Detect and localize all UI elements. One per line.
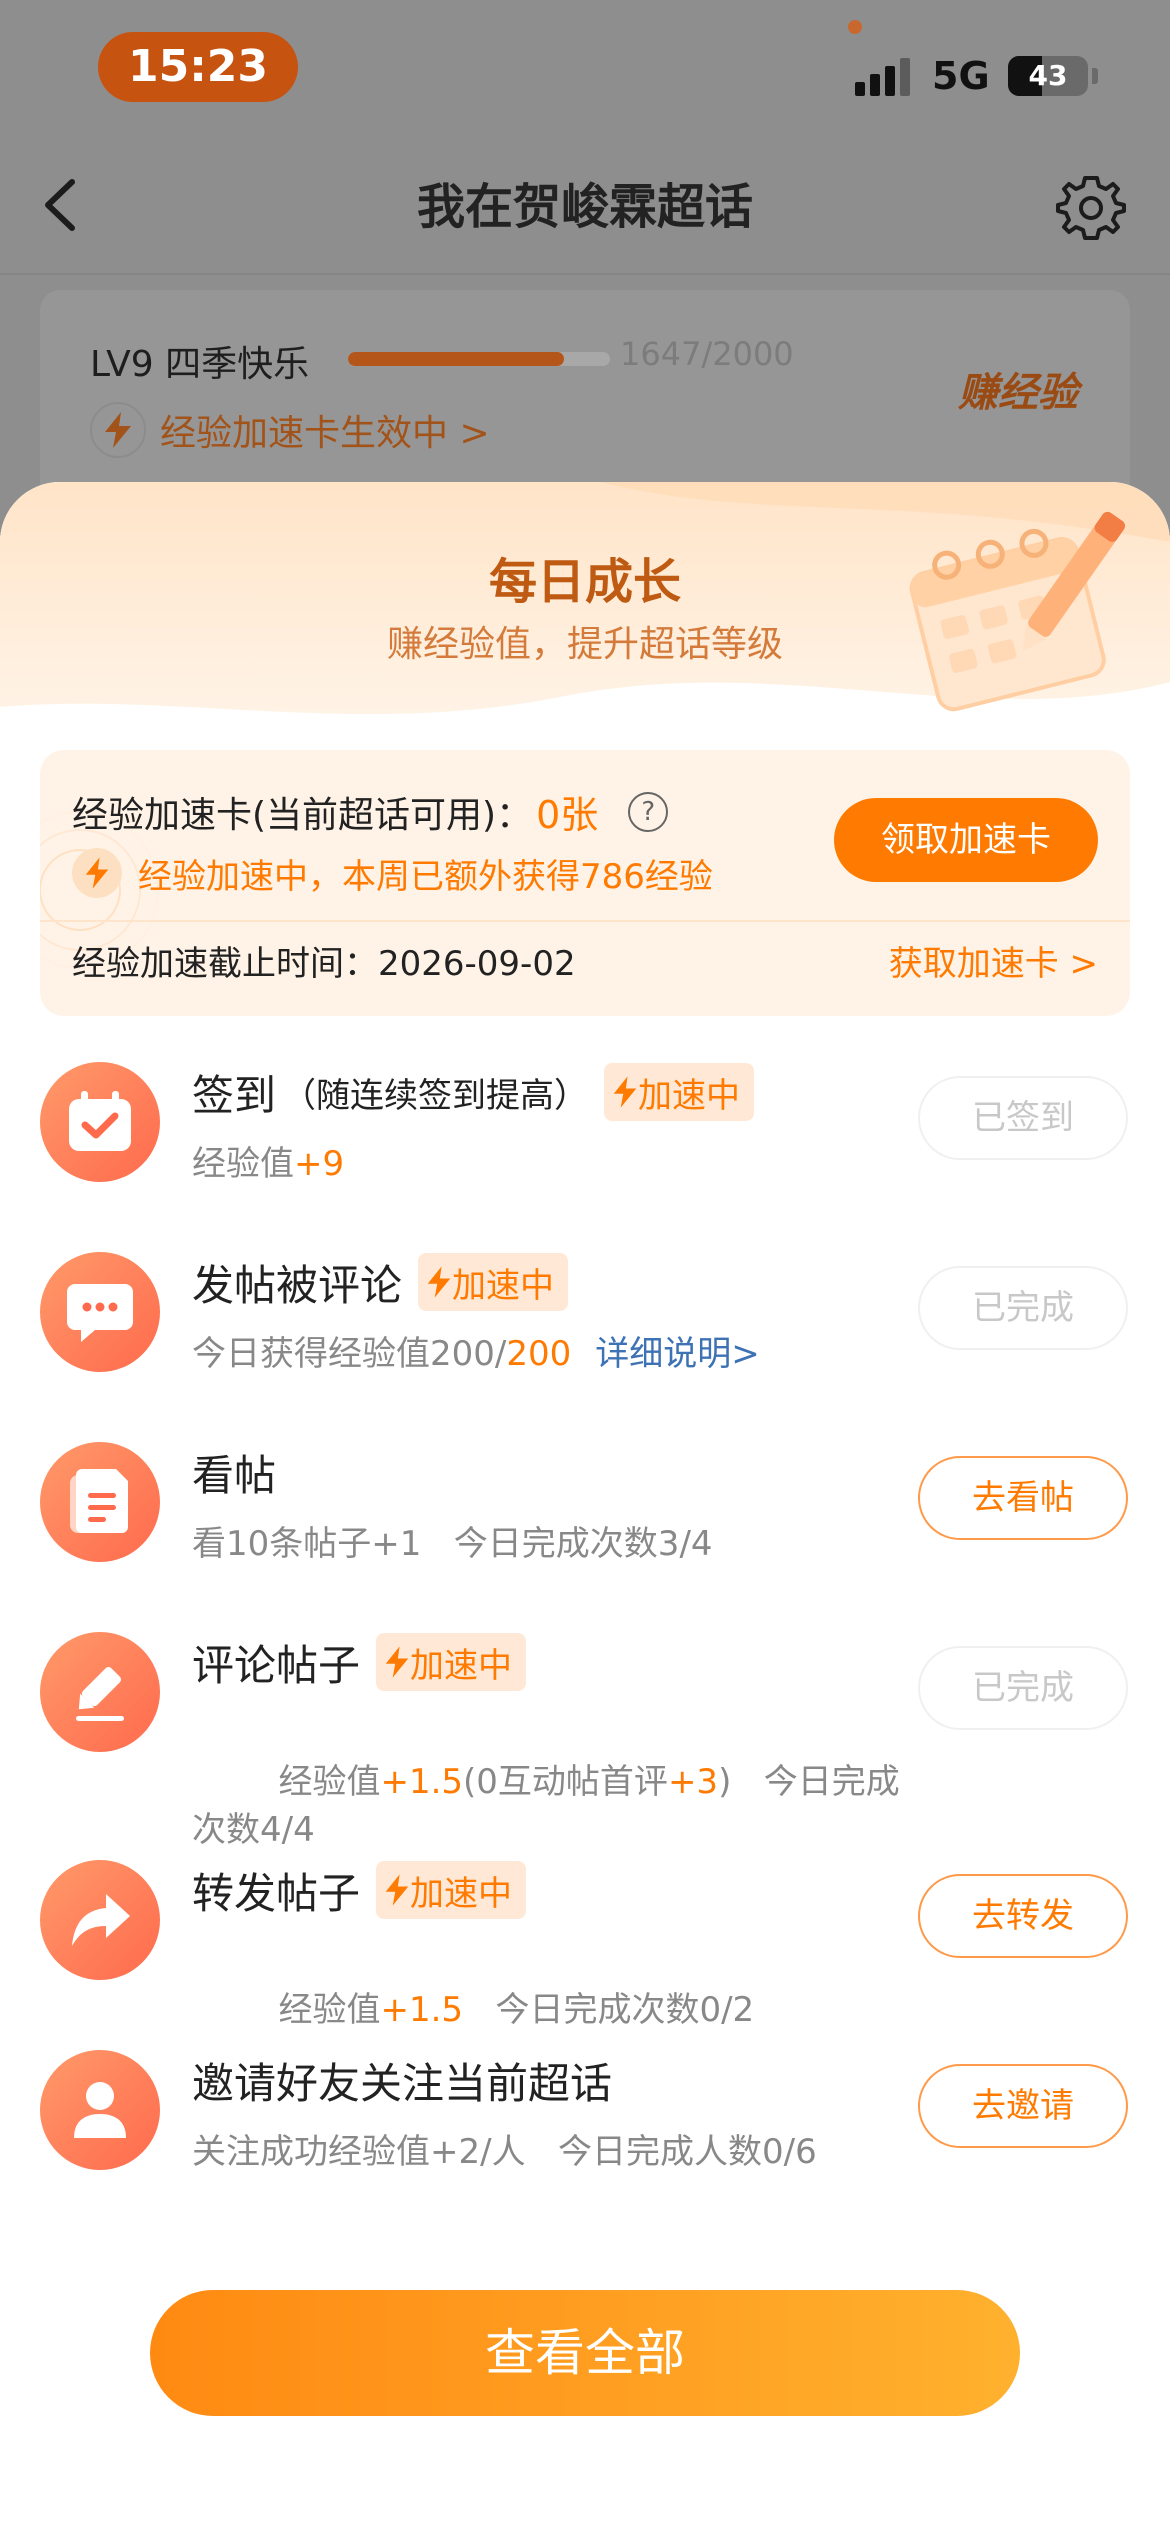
task-desc-text: 今日完成次数0/2 xyxy=(463,1990,755,2030)
get-boost-card-link[interactable]: 获取加速卡 > xyxy=(889,936,1098,985)
task-name: 评论帖子 加速中 xyxy=(192,1632,527,1692)
boost-status-link[interactable]: 经验加速卡生效中 > xyxy=(90,400,490,460)
level-progress-text: 1647/2000 xyxy=(620,335,794,373)
boost-card-count: 0张 xyxy=(536,793,599,837)
task-title: 看帖 xyxy=(192,1450,277,1500)
bolt-icon xyxy=(90,402,146,458)
bolt-icon xyxy=(427,1266,451,1298)
user-icon xyxy=(40,2050,160,2170)
boost-status-text: 经验加速卡生效中 > xyxy=(160,413,490,454)
page-title: 我在贺峻霖超话 xyxy=(416,179,753,235)
task-action-button[interactable]: 去转发 xyxy=(918,1874,1128,1958)
calendar-check-icon xyxy=(40,1062,160,1182)
level-progress-fill xyxy=(348,352,564,366)
task-desc-text: 经验值 xyxy=(278,1990,381,2030)
boost-card: 经验加速卡(当前超话可用)： 0张 ? 经验加速中，本周已额外获得786经验 领… xyxy=(40,750,1130,1016)
boost-tag-label: 加速中 xyxy=(452,1265,555,1306)
view-all-button[interactable]: 查看全部 xyxy=(150,2290,1020,2416)
level-label: LV9 四季快乐 xyxy=(90,344,310,385)
task-action-button[interactable]: 已签到 xyxy=(918,1076,1128,1160)
status-time: 15:23 xyxy=(98,32,298,102)
task-desc-text: 经验值 xyxy=(278,1762,381,1802)
calendar-illustration xyxy=(909,511,1125,712)
status-bar: 15:23 5G 43 xyxy=(0,0,1170,140)
boost-progress-row: 经验加速中，本周已额外获得786经验 xyxy=(72,848,713,898)
bolt-icon xyxy=(72,848,122,898)
level-progress-bar xyxy=(348,352,610,366)
task-description: 经验值+9 xyxy=(192,1140,912,1188)
task-desc-text: (0互动帖首评 xyxy=(463,1762,668,1802)
bolt-icon xyxy=(613,1076,637,1108)
task-action-button[interactable]: 已完成 xyxy=(918,1646,1128,1730)
task-desc-highlight: +9 xyxy=(294,1144,345,1184)
task-title: 发帖被评论 xyxy=(192,1260,403,1310)
task-title: 评论帖子 xyxy=(192,1640,361,1690)
boost-tag-label: 加速中 xyxy=(410,1873,513,1914)
signal-icon xyxy=(855,56,915,96)
task-name: 签到 （随连续签到提高） 加速中 xyxy=(192,1062,755,1122)
background-page: 15:23 5G 43 我在贺峻霖超话 LV9 四季快乐 1647/2000 经… xyxy=(0,0,1170,530)
task-desc-highlight: 200 xyxy=(506,1334,572,1374)
gear-icon xyxy=(1056,176,1126,240)
network-label: 5G xyxy=(932,54,990,98)
task-action-button[interactable]: 已完成 xyxy=(918,1266,1128,1350)
task-note: （随连续签到提高） xyxy=(282,1075,589,1116)
task-read-posts: 看帖 看10条帖子+1 今日完成次数3/4 去看帖 xyxy=(0,1442,1170,1632)
task-desc-highlight: +1.5 xyxy=(380,1762,464,1802)
settings-button[interactable] xyxy=(1055,172,1127,244)
boost-card-title: 经验加速卡(当前超话可用)： 0张 ? xyxy=(72,784,669,839)
task-description: 今日获得经验值200/200 详细说明> xyxy=(192,1330,912,1378)
nav-bar: 我在贺峻霖超话 xyxy=(0,140,1170,275)
task-title: 转发帖子 xyxy=(192,1868,361,1918)
boost-tag: 加速中 xyxy=(604,1063,755,1121)
task-invite-friends: 邀请好友关注当前超话 关注成功经验值+2/人 今日完成人数0/6 去邀请 xyxy=(0,2050,1170,2240)
task-description: 看10条帖子+1 今日完成次数3/4 xyxy=(192,1524,713,1564)
share-arrow-icon xyxy=(40,1860,160,1980)
task-name: 转发帖子 加速中 xyxy=(192,1860,527,1920)
task-action-button[interactable]: 去邀请 xyxy=(918,2064,1128,2148)
earn-exp-label[interactable]: 赚经验 xyxy=(958,360,1078,418)
task-name: 发帖被评论 加速中 xyxy=(192,1252,569,1312)
boost-tag: 加速中 xyxy=(418,1253,569,1311)
task-desc-highlight: +3 xyxy=(667,1762,719,1802)
claim-boost-card-button[interactable]: 领取加速卡 xyxy=(834,798,1098,882)
bolt-icon xyxy=(385,1874,409,1906)
daily-growth-sheet: 每日成长 赚经验值，提升超话等级 经验加速卡(当前超话可用)： 0张 ? 经验加… xyxy=(0,482,1170,2532)
boost-progress-text: 经验加速中，本周已额外获得786经验 xyxy=(138,856,713,897)
task-post-commented: 发帖被评论 加速中 今日获得经验值200/200 详细说明> 已完成 xyxy=(0,1252,1170,1442)
privacy-indicator-dot xyxy=(848,20,862,34)
task-name: 看帖 xyxy=(192,1442,276,1502)
task-title: 邀请好友关注当前超话 xyxy=(192,2058,613,2108)
sheet-header: 每日成长 赚经验值，提升超话等级 xyxy=(0,482,1170,752)
boost-tag-label: 加速中 xyxy=(410,1645,513,1686)
boost-tag: 加速中 xyxy=(376,1861,527,1919)
boost-tag: 加速中 xyxy=(376,1633,527,1691)
task-comment-posts: 评论帖子 加速中 经验值+1.5(0互动帖首评+3) 今日完成次数4/4 已完成 xyxy=(0,1632,1170,1850)
task-desc-highlight: +1.5 xyxy=(380,1990,464,2030)
task-title: 签到 xyxy=(192,1070,277,1120)
task-desc-text: 经验值 xyxy=(192,1144,294,1184)
boost-tag-label: 加速中 xyxy=(638,1075,741,1116)
battery-level: 43 xyxy=(1028,59,1068,92)
chat-bubble-icon xyxy=(40,1252,160,1372)
battery-cap xyxy=(1092,68,1098,84)
task-description: 关注成功经验值+2/人 今日完成人数0/6 xyxy=(192,2132,817,2172)
task-share-posts: 转发帖子 加速中 经验值+1.5 今日完成次数0/2 去转发 xyxy=(0,1860,1170,2050)
card-divider xyxy=(40,920,1130,922)
boost-deadline: 经验加速截止时间：2026-09-02 xyxy=(72,944,576,984)
document-icon xyxy=(40,1442,160,1562)
back-button[interactable] xyxy=(30,170,100,240)
details-link[interactable]: 详细说明> xyxy=(595,1334,760,1374)
task-name: 邀请好友关注当前超话 xyxy=(192,2050,612,2110)
task-checkin: 签到 （随连续签到提高） 加速中 经验值+9 已签到 xyxy=(0,1062,1170,1252)
chevron-left-icon xyxy=(45,179,75,231)
help-icon[interactable]: ? xyxy=(628,791,669,832)
pencil-icon xyxy=(40,1632,160,1752)
task-action-button[interactable]: 去看帖 xyxy=(918,1456,1128,1540)
battery-icon: 43 xyxy=(1008,56,1088,96)
bolt-icon xyxy=(385,1646,409,1678)
boost-card-title-text: 经验加速卡(当前超话可用)： xyxy=(72,794,533,836)
task-desc-text: 今日获得经验值200/ xyxy=(192,1334,507,1374)
